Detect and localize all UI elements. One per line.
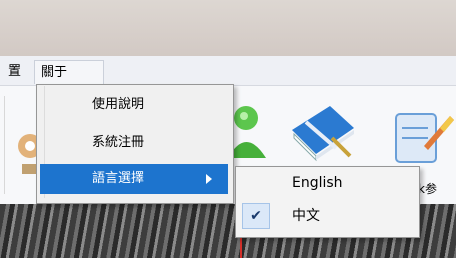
window-titlebar xyxy=(0,0,456,56)
chevron-right-icon xyxy=(206,174,212,184)
toolbar-separator xyxy=(4,96,5,194)
menu-item-usage-guide[interactable]: 使用說明 xyxy=(40,91,228,119)
menu-settings[interactable]: 置 xyxy=(0,60,27,84)
submenu-item-english[interactable]: English xyxy=(240,168,416,198)
menu-item-system-register[interactable]: 系統注冊 xyxy=(40,129,228,157)
book-icon[interactable] xyxy=(286,100,358,164)
submenu-item-chinese[interactable]: 中文 xyxy=(240,201,416,231)
edit-document-icon[interactable] xyxy=(388,100,456,170)
menu-about[interactable]: 關于 xyxy=(34,60,104,84)
toolbar-label: k参 xyxy=(418,182,437,196)
menu-item-language[interactable]: 語言選擇 xyxy=(40,164,228,194)
